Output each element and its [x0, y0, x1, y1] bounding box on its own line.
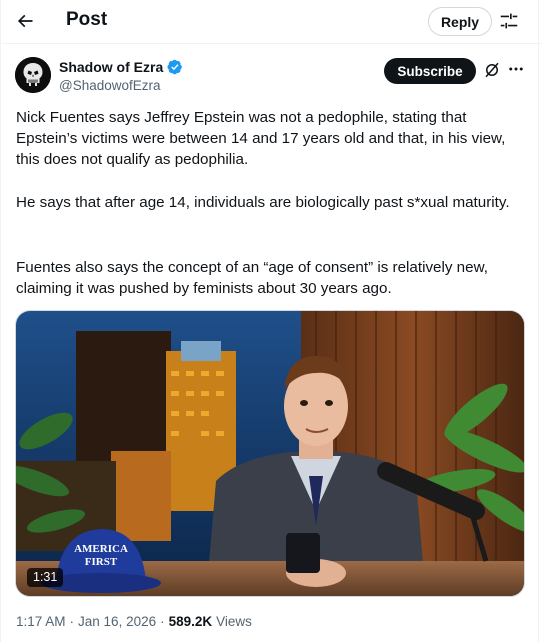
grok-icon [485, 62, 499, 78]
meta-separator: · [69, 614, 75, 629]
meta-separator: · [160, 614, 165, 629]
post-paragraph-1: Nick Fuentes says Jeffrey Epstein was no… [16, 109, 506, 168]
subscribe-button[interactable]: Subscribe [384, 58, 476, 84]
top-bar: Post Reply [0, 0, 542, 43]
reply-button[interactable]: Reply [428, 7, 492, 36]
video-thumbnail: AMERICA FIRST [16, 311, 524, 596]
video-player[interactable]: AMERICA FIRST [15, 310, 525, 597]
post-page: Post Reply Shadow of Ezra @ShadowofEzra … [0, 0, 542, 642]
verified-badge-icon [167, 59, 183, 75]
post-paragraph-2: He says that after age 14, individuals a… [16, 194, 510, 211]
author-name[interactable]: Shadow of Ezra [59, 59, 163, 75]
hat-text-1: AMERICA [74, 543, 128, 555]
back-button[interactable] [10, 6, 40, 36]
page-title: Post [66, 9, 108, 30]
post-paragraph-3: Fuentes also says the concept of an “age… [16, 259, 488, 297]
post-time[interactable]: 1:17 AM [16, 614, 66, 629]
views-label: Views [216, 614, 252, 629]
author-name-row[interactable]: Shadow of Ezra [59, 59, 183, 75]
skull-avatar-icon [15, 57, 51, 93]
author-handle[interactable]: @ShadowofEzra [59, 78, 161, 93]
header-divider [0, 43, 542, 44]
video-duration-badge: 1:31 [27, 568, 64, 587]
avatar[interactable] [15, 57, 51, 93]
grok-button[interactable] [483, 61, 501, 79]
left-border [0, 0, 1, 642]
arrow-left-icon [17, 14, 33, 28]
post-date[interactable]: Jan 16, 2026 [78, 614, 156, 629]
sliders-icon [500, 13, 518, 29]
views-count[interactable]: 589.2K [169, 614, 213, 629]
post-meta: 1:17 AM · Jan 16, 2026 · 589.2K Views [16, 614, 252, 629]
hat-text-2: FIRST [85, 556, 118, 568]
more-options-button[interactable] [506, 60, 526, 78]
more-dots-icon [509, 67, 523, 71]
filter-button[interactable] [498, 10, 522, 34]
right-border [538, 0, 539, 642]
